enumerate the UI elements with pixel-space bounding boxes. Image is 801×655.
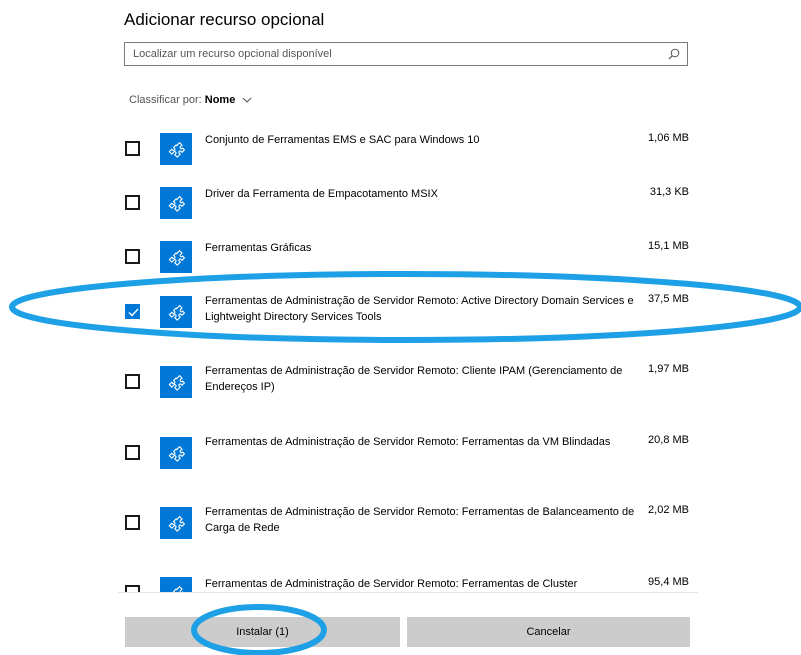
feature-checkbox[interactable] — [125, 304, 140, 319]
list-item[interactable]: Ferramentas de Administração de Servidor… — [118, 286, 698, 356]
puzzle-icon — [160, 507, 192, 539]
puzzle-icon — [160, 296, 192, 328]
feature-size: 15,1 MB — [648, 240, 689, 252]
puzzle-icon — [160, 133, 192, 165]
feature-checkbox[interactable] — [125, 141, 140, 156]
feature-size: 2,02 MB — [648, 504, 689, 516]
dialog-footer: Instalar (1) Cancelar — [118, 592, 698, 655]
sort-control[interactable]: Classificar por: Nome — [129, 94, 252, 106]
feature-checkbox[interactable] — [125, 515, 140, 530]
puzzle-icon — [160, 241, 192, 273]
dialog-title: Adicionar recurso opcional — [124, 10, 325, 29]
feature-name: Driver da Ferramenta de Empacotamento MS… — [205, 188, 438, 200]
cancel-button[interactable]: Cancelar — [407, 617, 690, 647]
feature-size: 31,3 KB — [649, 186, 689, 198]
search-input[interactable] — [125, 44, 667, 64]
feature-size: 95,4 MB — [648, 576, 689, 588]
list-item[interactable]: Ferramentas Gráficas 15,1 MB — [118, 230, 698, 286]
list-item[interactable]: Driver da Ferramenta de Empacotamento MS… — [118, 174, 698, 230]
search-icon[interactable] — [667, 47, 681, 61]
feature-name: Ferramentas de Administração de Servidor… — [205, 436, 611, 448]
puzzle-icon — [160, 366, 192, 398]
features-list[interactable]: Conjunto de Ferramentas EMS e SAC para W… — [118, 118, 698, 592]
list-item[interactable]: Ferramentas de Administração de Servidor… — [118, 356, 698, 428]
feature-checkbox[interactable] — [125, 445, 140, 460]
list-item[interactable]: Ferramentas de Administração de Servidor… — [118, 502, 698, 574]
feature-checkbox[interactable] — [125, 249, 140, 264]
install-button[interactable]: Instalar (1) — [125, 617, 400, 647]
list-item[interactable]: Ferramentas de Administração de Servidor… — [118, 428, 698, 502]
sort-label: Classificar por: — [129, 94, 202, 106]
optional-features-dialog: Adicionar recurso opcional Classificar p… — [0, 0, 801, 655]
sort-value[interactable]: Nome — [205, 94, 236, 106]
feature-checkbox[interactable] — [125, 374, 140, 389]
search-box[interactable] — [124, 42, 688, 66]
feature-name: Ferramentas de Administração de Servidor… — [205, 365, 623, 393]
list-item[interactable]: Conjunto de Ferramentas EMS e SAC para W… — [118, 118, 698, 174]
feature-size: 1,06 MB — [648, 132, 689, 144]
puzzle-icon — [160, 187, 192, 219]
feature-size: 1,97 MB — [648, 363, 689, 375]
feature-checkbox[interactable] — [125, 195, 140, 210]
feature-name: Ferramentas de Administração de Servidor… — [205, 506, 635, 534]
feature-name: Ferramentas de Administração de Servidor… — [205, 295, 634, 323]
feature-size: 37,5 MB — [648, 293, 689, 305]
feature-checkbox[interactable] — [125, 585, 140, 592]
puzzle-icon — [160, 577, 192, 592]
feature-name: Ferramentas de Administração de Servidor… — [205, 578, 578, 590]
feature-name: Conjunto de Ferramentas EMS e SAC para W… — [205, 134, 480, 146]
feature-name: Ferramentas Gráficas — [205, 242, 312, 254]
list-item[interactable]: Ferramentas de Administração de Servidor… — [118, 574, 698, 592]
chevron-down-icon[interactable] — [242, 97, 252, 104]
feature-size: 20,8 MB — [648, 434, 689, 446]
puzzle-icon — [160, 437, 192, 469]
